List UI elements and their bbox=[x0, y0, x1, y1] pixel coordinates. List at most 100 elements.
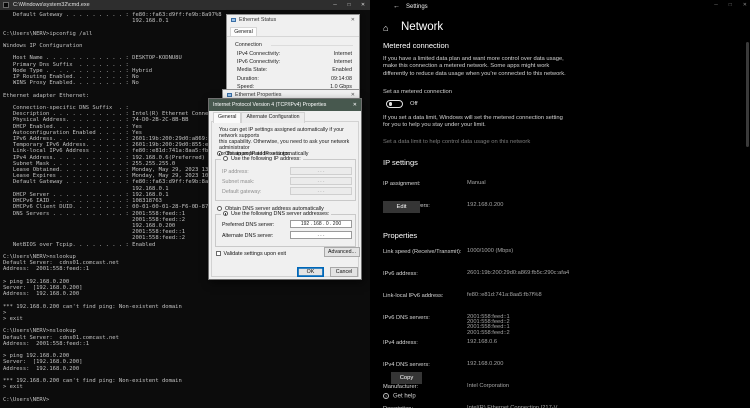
row-label: IP assignment: bbox=[383, 181, 467, 187]
ok-button[interactable]: OK bbox=[297, 267, 324, 277]
connection-row-label: IPv6 Connectivity: bbox=[237, 59, 280, 67]
close-icon[interactable]: ✕ bbox=[351, 17, 355, 23]
dns-field-row: Preferred DNS server: 192 . 168 . 0 . 20… bbox=[216, 220, 355, 231]
get-help-icon: ? bbox=[383, 393, 389, 399]
ethernet-icon bbox=[227, 93, 232, 97]
field-input[interactable]: . . . bbox=[290, 177, 352, 185]
close-icon[interactable]: ✕ bbox=[353, 102, 357, 108]
tab-alternate-configuration[interactable]: Alternate Configuration bbox=[241, 112, 304, 123]
field-label: Default gateway: bbox=[222, 189, 261, 195]
row-value: 192.168.0.200 bbox=[467, 203, 503, 208]
property-row: Manufacturer:Intel Corporation bbox=[383, 384, 643, 402]
ipv4-dialog-title: Internet Protocol Version 4 (TCP/IPv4) P… bbox=[213, 102, 326, 108]
settings-titlebar-label: Settings bbox=[406, 4, 428, 10]
field-input[interactable]: . . . bbox=[290, 187, 352, 195]
settings-window: ← Settings ─ □ ✕ ⌂ Network Metered conne… bbox=[370, 0, 750, 408]
field-label: IP address: bbox=[222, 169, 249, 175]
page-title: Network bbox=[401, 21, 443, 33]
connection-row: IPv4 Connectivity: Internet bbox=[237, 51, 352, 59]
radio-icon bbox=[223, 156, 228, 161]
terminal-output[interactable]: Default Gateway . . . . . . . . . : fe80… bbox=[3, 12, 222, 403]
property-value: 1000/1000 (Mbps) bbox=[467, 249, 513, 254]
ip-settings-rows: IP assignment:Manual IPv4 DNS servers:19… bbox=[383, 181, 643, 225]
tab-general[interactable]: General bbox=[230, 27, 257, 36]
checkbox-icon bbox=[216, 251, 221, 256]
property-value: 2601:19b:200:29d0:a869:fb5c:290c:afa4 bbox=[467, 271, 569, 276]
cmd-icon bbox=[3, 2, 9, 8]
use-dns-group: Use the following DNS server addresses: … bbox=[215, 214, 356, 247]
ip-field-row: IP address: . . . bbox=[216, 167, 355, 177]
field-input[interactable]: . . . bbox=[290, 231, 352, 239]
validate-label: Validate settings upon exit bbox=[224, 251, 287, 257]
property-label: IPv6 DNS servers: bbox=[383, 315, 467, 321]
minimize-icon[interactable]: ─ bbox=[328, 0, 342, 10]
dns-fields: Preferred DNS server: 192 . 168 . 0 . 20… bbox=[216, 215, 355, 242]
radio-use-dns[interactable]: Use the following DNS server addresses: bbox=[221, 211, 331, 217]
properties-heading: Properties bbox=[383, 231, 417, 240]
radio-use-ip-label: Use the following IP address: bbox=[231, 156, 301, 162]
property-row: IPv6 address:2601:19b:200:29d0:a869:fb5c… bbox=[383, 271, 643, 289]
field-input[interactable]: . . . bbox=[290, 167, 352, 175]
cancel-button[interactable]: Cancel bbox=[330, 267, 358, 277]
connection-row-value: Enabled bbox=[332, 67, 352, 75]
status-tabstrip: General bbox=[227, 26, 359, 37]
connection-row: IPv6 Connectivity: Internet bbox=[237, 59, 352, 67]
desktop: C:\Windows\system32\cmd.exe ─ □ ✕ Defaul… bbox=[0, 0, 750, 408]
radio-selected-icon bbox=[223, 211, 228, 216]
field-label: Alternate DNS server: bbox=[222, 233, 274, 239]
property-label: IPv6 address: bbox=[383, 271, 467, 277]
home-icon: ⌂ bbox=[383, 23, 388, 33]
get-help-label: Get help bbox=[393, 394, 416, 400]
set-data-limit-link[interactable]: Set a data limit to help control data us… bbox=[383, 139, 530, 145]
cmd-titlebar[interactable]: C:\Windows\system32\cmd.exe ─ □ ✕ bbox=[0, 0, 370, 10]
tab-general[interactable]: General bbox=[213, 112, 241, 123]
scrollbar-thumb[interactable] bbox=[746, 42, 749, 147]
row-value: Manual bbox=[467, 181, 486, 186]
property-value: fe80::e81d:741a:8aa5:fb7f%8 bbox=[467, 293, 542, 298]
property-label: IPv4 DNS servers: bbox=[383, 362, 467, 368]
close-icon[interactable]: ✕ bbox=[356, 0, 370, 10]
minimize-icon[interactable]: ─ bbox=[714, 2, 718, 8]
metered-toggle[interactable] bbox=[386, 100, 403, 108]
settings-window-controls: ─ □ ✕ bbox=[714, 2, 747, 8]
ip-fields: IP address: . . . Subnet mask: . . . Def… bbox=[216, 160, 355, 197]
connection-row-label: Media State: bbox=[237, 67, 267, 75]
field-label: Subnet mask: bbox=[222, 179, 254, 185]
property-value: 192.168.0.200 bbox=[467, 362, 503, 367]
dns-field-row: Alternate DNS server: . . . bbox=[216, 231, 355, 242]
ipv4-tabs: General Alternate Configuration bbox=[213, 112, 305, 123]
ipv4-titlebar[interactable]: Internet Protocol Version 4 (TCP/IPv4) P… bbox=[209, 99, 361, 111]
metered-connection-heading: Metered connection bbox=[383, 41, 449, 50]
connection-row-label: Duration: bbox=[237, 76, 259, 84]
connection-row: Duration: 09:14:08 bbox=[237, 76, 352, 84]
toggle-state-label: Off bbox=[410, 101, 418, 107]
ipv4-properties-dialog: Internet Protocol Version 4 (TCP/IPv4) P… bbox=[208, 98, 362, 280]
copy-button[interactable]: Copy bbox=[391, 372, 422, 384]
ip-settings-row: IPv4 DNS servers:192.168.0.200 bbox=[383, 203, 643, 221]
toggle-knob bbox=[389, 102, 393, 106]
metered-description: If you have a limited data plan and want… bbox=[383, 56, 566, 78]
radio-use-ip[interactable]: Use the following IP address: bbox=[221, 156, 303, 162]
cmd-window-controls: ─ □ ✕ bbox=[328, 0, 370, 10]
property-value: 2001:558:feed::1 2001:558:feed::2 2001:5… bbox=[467, 315, 510, 337]
ethernet-icon bbox=[231, 18, 236, 22]
validate-checkbox-row[interactable]: Validate settings upon exit bbox=[216, 251, 286, 257]
back-icon[interactable]: ← bbox=[393, 3, 400, 10]
property-row: IPv4 DNS servers:192.168.0.200 bbox=[383, 362, 643, 380]
ip-field-row: Default gateway: . . . bbox=[216, 187, 355, 197]
ip-field-row: Subnet mask: . . . bbox=[216, 177, 355, 187]
property-label: IPv4 address: bbox=[383, 340, 467, 346]
property-value: 192.168.0.6 bbox=[467, 340, 497, 345]
maximize-icon[interactable]: □ bbox=[342, 0, 356, 10]
edit-button[interactable]: Edit bbox=[383, 201, 420, 213]
maximize-icon[interactable]: □ bbox=[729, 2, 732, 8]
connection-row-value: Internet bbox=[334, 59, 352, 67]
close-icon[interactable]: ✕ bbox=[743, 2, 747, 8]
advanced-button[interactable]: Advanced... bbox=[324, 247, 360, 257]
field-label: Preferred DNS server: bbox=[222, 222, 274, 228]
connection-row-label: IPv4 Connectivity: bbox=[237, 51, 280, 59]
get-help-link[interactable]: ? Get help bbox=[383, 393, 416, 400]
field-input[interactable]: 192 . 168 . 0 . 200 bbox=[290, 220, 352, 228]
properties-rows: Link speed (Receive/Transmit):1000/1000 … bbox=[383, 249, 643, 408]
group-divider bbox=[271, 45, 353, 46]
